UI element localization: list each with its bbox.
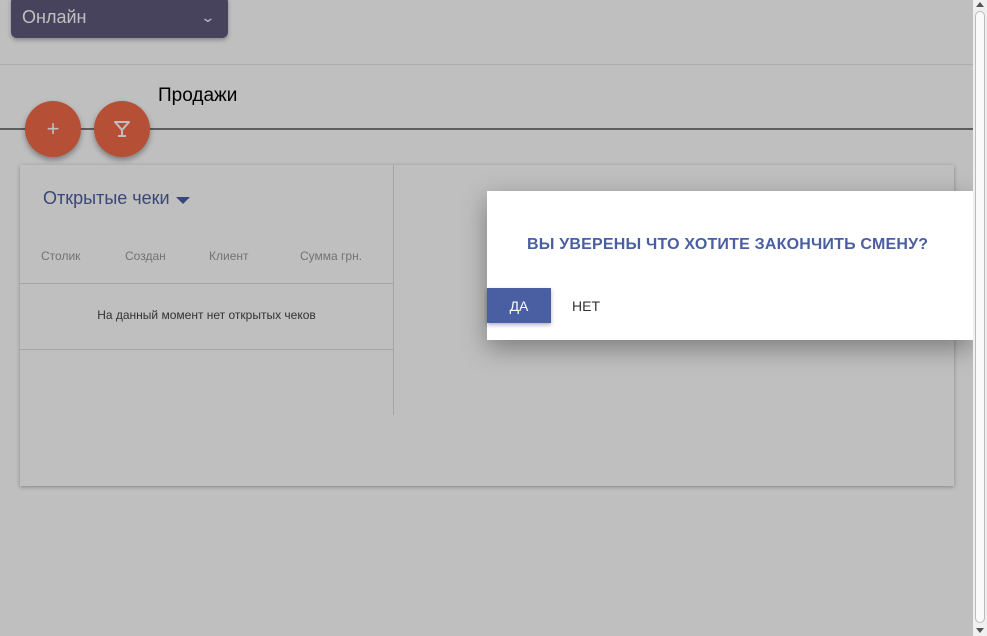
yes-button[interactable]: ДА [487, 288, 551, 323]
scrollbar-thumb[interactable] [975, 11, 985, 623]
scroll-down-icon[interactable] [976, 628, 984, 633]
dialog-title: ВЫ УВЕРЕНЫ ЧТО ХОТИТЕ ЗАКОНЧИТЬ СМЕНУ? [527, 236, 929, 253]
scroll-up-icon[interactable] [976, 2, 984, 7]
no-button[interactable]: НЕТ [559, 288, 613, 323]
confirm-dialog: ВЫ УВЕРЕНЫ ЧТО ХОТИТЕ ЗАКОНЧИТЬ СМЕНУ? Д… [487, 191, 973, 340]
